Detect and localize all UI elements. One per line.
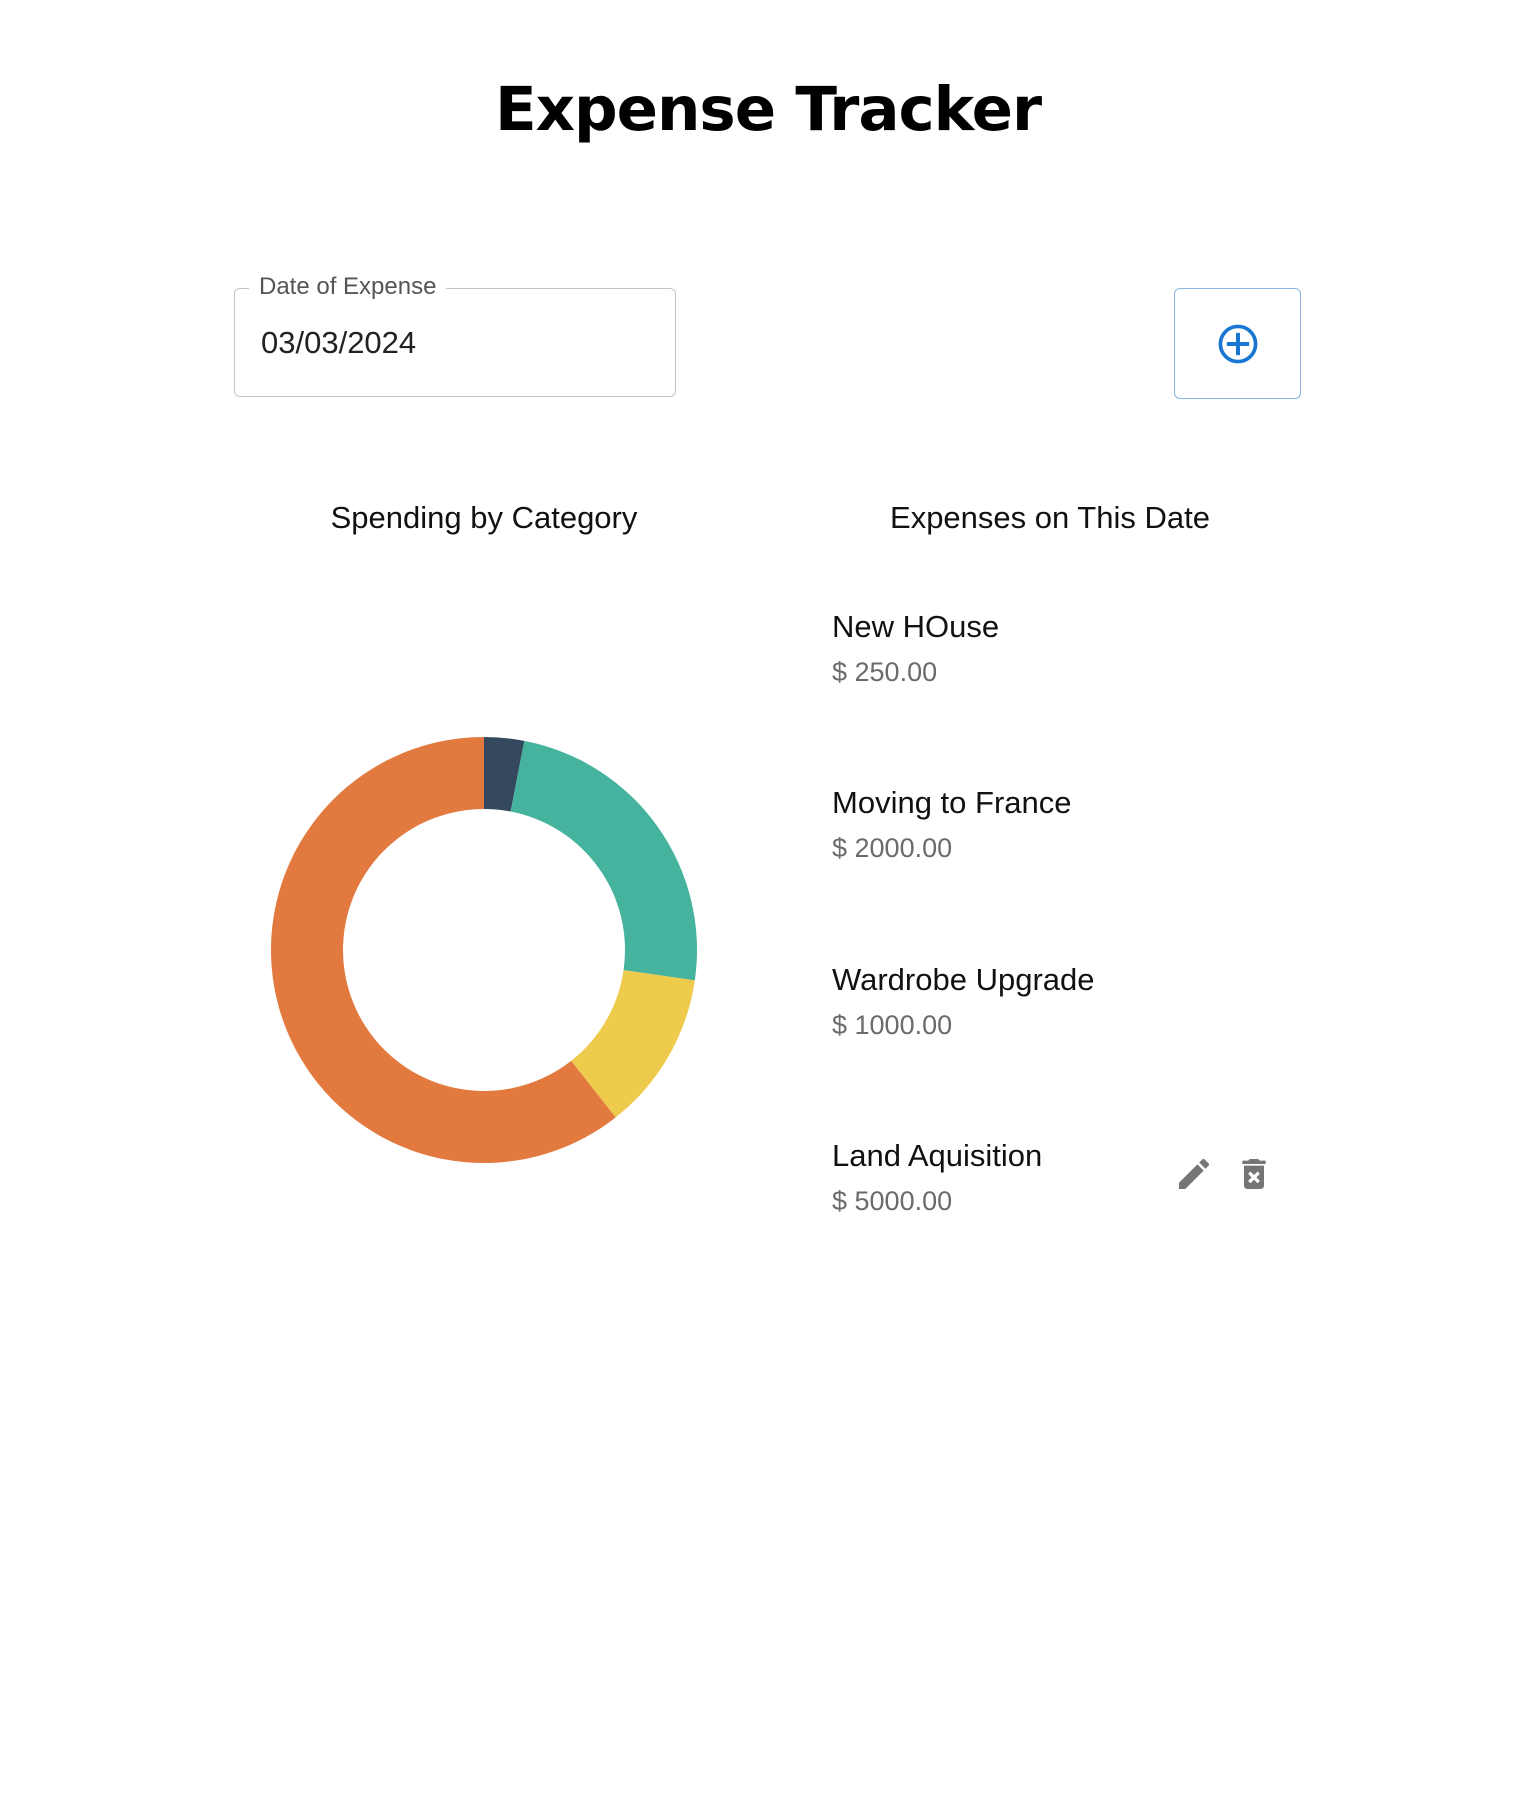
expense-amount: $ 5000.00 [832, 1186, 953, 1216]
date-field-value[interactable]: 03/03/2024 [261, 325, 416, 361]
row-actions [1174, 1154, 1274, 1194]
expense-amount: $ 250.00 [832, 657, 938, 687]
expense-name: Wardrobe Upgrade [832, 962, 1095, 997]
date-of-expense-field[interactable]: Date of Expense 03/03/2024 [234, 272, 676, 397]
expense-list-title: Expenses on This Date [890, 500, 1210, 535]
pencil-icon[interactable] [1174, 1154, 1214, 1194]
trash-icon[interactable] [1234, 1154, 1274, 1194]
page-title: Expense Tracker [494, 74, 1042, 145]
list-item[interactable]: New HOuse $ 250.00 [832, 609, 1302, 705]
expense-name: New HOuse [832, 609, 1000, 644]
add-circle-icon [1218, 324, 1257, 363]
list-item[interactable]: Moving to France $ 2000.00 [832, 785, 1302, 881]
donut-slice[interactable] [510, 740, 697, 981]
expense-amount: $ 1000.00 [832, 1010, 953, 1040]
add-expense-button[interactable] [1174, 288, 1301, 399]
list-item[interactable]: Land Aquisition $ 5000.00 [832, 1138, 1302, 1234]
expense-name: Land Aquisition [832, 1138, 1043, 1173]
chart-title: Spending by Category [330, 500, 638, 535]
expense-name: Moving to France [832, 785, 1072, 820]
expense-amount: $ 2000.00 [832, 833, 953, 863]
list-item[interactable]: Wardrobe Upgrade $ 1000.00 [832, 962, 1302, 1058]
spending-donut-chart [271, 737, 697, 1163]
date-field-label: Date of Expense [249, 272, 447, 302]
